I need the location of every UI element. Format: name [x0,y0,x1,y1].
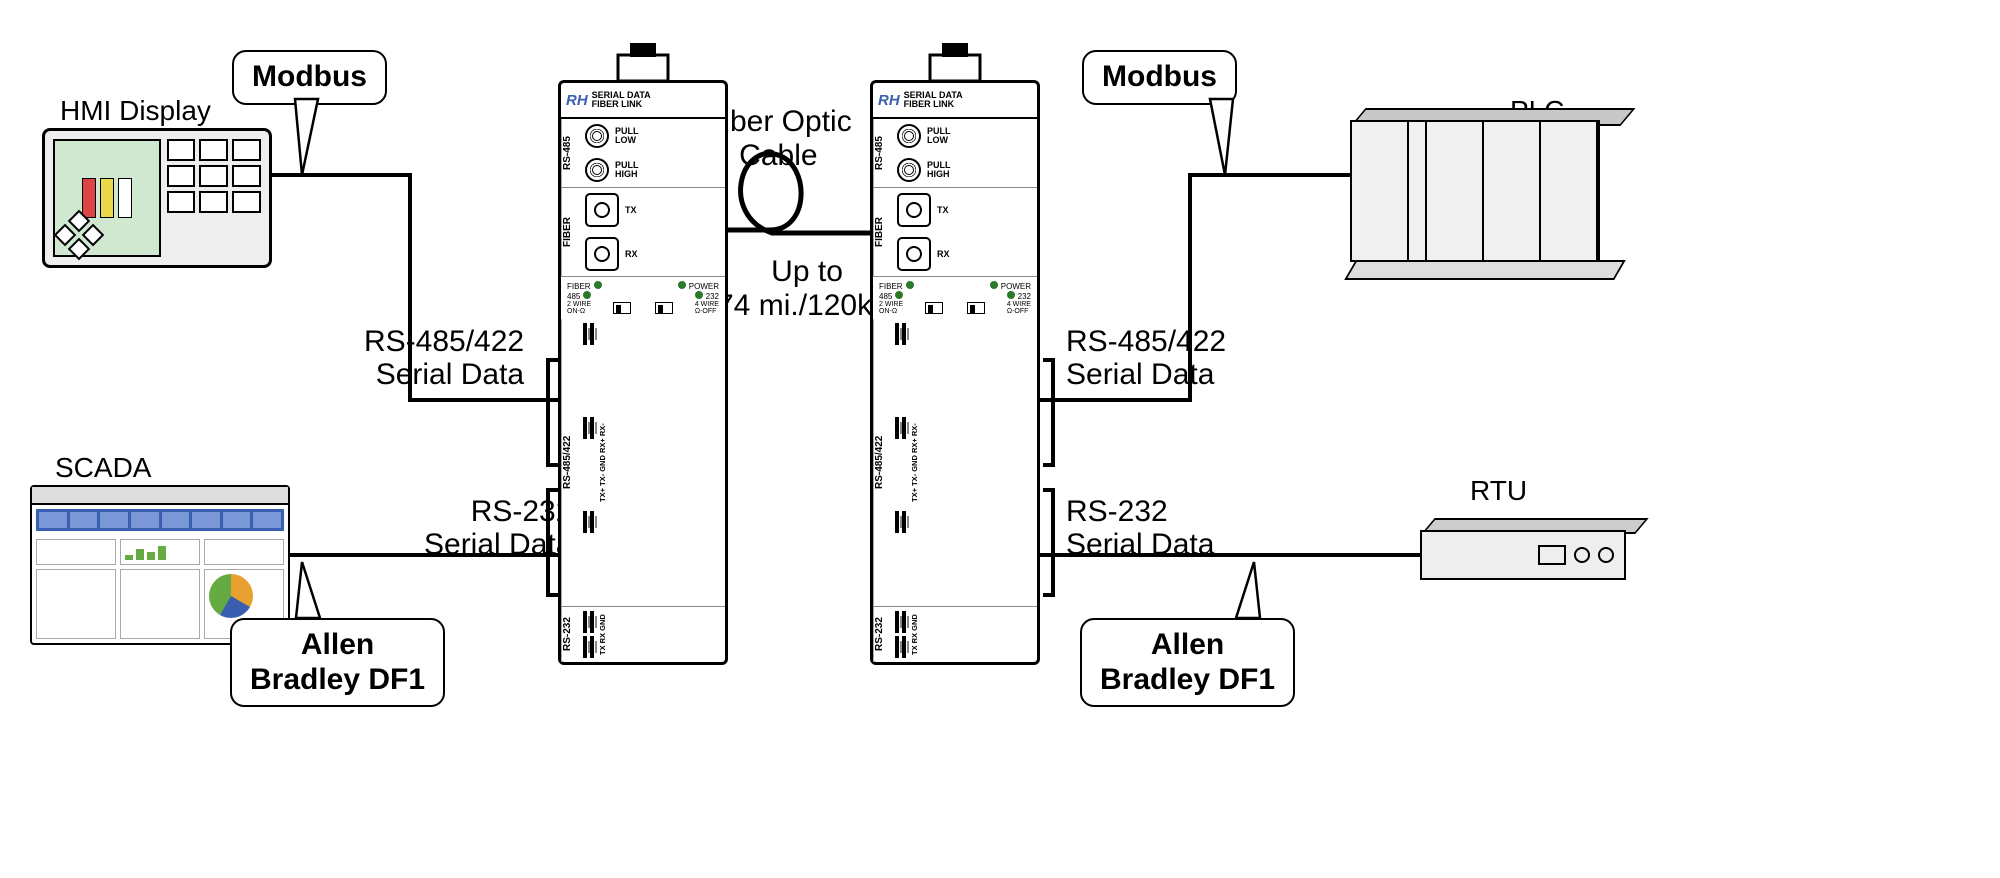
rtu-label: RTU [1470,475,1527,507]
dip-4wire-label: 4 WIRE Ω-OFF [695,301,719,315]
led-panel: FIBER POWER 485 232 2 WIRE ON-Ω 4 WIRE Ω-OF… [873,277,1037,319]
led-232-label: 232 [706,292,719,301]
label-rs485-left: RS-485/422 Serial Data [364,325,524,391]
label-rs232-left: RS-232 Serial Data [424,495,572,561]
term-labels-232: TX RX GND [598,607,612,662]
led-fiber-label: FIBER [567,282,591,291]
plc-device [1350,110,1620,280]
vlabel-rs485422: RS-485/422 [561,319,579,606]
hmi-label: HMI Display [60,95,211,127]
rtu-device [1420,520,1640,580]
label-pull-high: PULL HIGH [615,161,639,179]
knob-pull-high [897,158,921,182]
brand-logo: RH [878,92,900,109]
fiber-port-rx [897,237,931,271]
section-rs485422: RS-485/422 TX+ TX- GND RX+ RX- [561,319,725,607]
section-rs232: RS-232 TX RX GND [561,607,725,662]
hmi-display-device [42,128,272,268]
led-232-label: 232 [1018,292,1031,301]
section-rs485: RS-485 PULL LOW PULL HIGH [561,119,725,188]
din-clip-icon [920,43,990,83]
dip-switch [967,302,985,314]
vlabel-fiber: FIBER [873,188,891,276]
scada-label: SCADA [55,452,151,484]
term-labels-485: TX+ TX- GND RX+ RX- [598,319,612,606]
section-fiber: FIBER TX RX [561,188,725,277]
bubble-tail [290,97,330,177]
brand-text: SERIAL DATA FIBER LINK [904,91,963,110]
dip-switch [613,302,631,314]
bubble-ab-left: Allen Bradley DF1 [230,618,445,707]
dip-2wire-label: 2 WIRE ON-Ω [879,301,903,315]
led-panel: FIBER POWER 485 232 2 WIRE ON-Ω 4 WIRE Ω-OF… [561,277,725,319]
vlabel-rs232: RS-232 [561,607,579,662]
bubble-tail [1230,560,1270,620]
term-labels-485: TX+ TX- GND RX+ RX- [910,319,924,606]
term-labels-232: TX RX GND [910,607,924,662]
vlabel-rs485: RS-485 [561,119,579,187]
brand-logo: RH [566,92,588,109]
bubble-tail [1205,97,1245,177]
vlabel-rs232: RS-232 [873,607,891,662]
vlabel-fiber: FIBER [561,188,579,276]
section-rs485422: RS-485/422 TX+ TX- GND RX+ RX- [873,319,1037,607]
label-tx: TX [937,206,949,215]
vlabel-rs485422: RS-485/422 [873,319,891,606]
fiber-module-right: RH SERIAL DATA FIBER LINK RS-485 PULL LO… [870,80,1040,665]
brand-text: SERIAL DATA FIBER LINK [592,91,651,110]
dip-switch [655,302,673,314]
fiber-port-tx [897,193,931,227]
vlabel-rs485: RS-485 [873,119,891,187]
fiber-port-rx [585,237,619,271]
knob-pull-high [585,158,609,182]
led-power-label: POWER [689,282,719,291]
knob-pull-low [585,124,609,148]
dip-switch [925,302,943,314]
fiber-port-tx [585,193,619,227]
section-rs232: RS-232 TX RX GND [873,607,1037,662]
section-fiber: FIBER TX RX [873,188,1037,277]
label-rx: RX [937,250,950,259]
led-power-label: POWER [1001,282,1031,291]
label-tx: TX [625,206,637,215]
hmi-dpad [57,213,101,257]
led-485-label: 485 [879,292,892,301]
label-pull-low: PULL LOW [615,127,639,145]
module-brand: RH SERIAL DATA FIBER LINK [561,83,725,119]
led-fiber-label: FIBER [879,282,903,291]
fiber-module-left: RH SERIAL DATA FIBER LINK RS-485 PULL LO… [558,80,728,665]
din-clip-icon [608,43,678,83]
dip-4wire-label: 4 WIRE Ω-OFF [1007,301,1031,315]
label-rs232-right: RS-232 Serial Data [1066,495,1214,561]
dip-2wire-label: 2 WIRE ON-Ω [567,301,591,315]
label-rx: RX [625,250,638,259]
knob-pull-low [897,124,921,148]
module-brand: RH SERIAL DATA FIBER LINK [873,83,1037,119]
label-pull-high: PULL HIGH [927,161,951,179]
led-485-label: 485 [567,292,580,301]
bubble-tail [290,560,330,620]
label-pull-low: PULL LOW [927,127,951,145]
bubble-ab-right: Allen Bradley DF1 [1080,618,1295,707]
section-rs485: RS-485 PULL LOW PULL HIGH [873,119,1037,188]
label-rs485-right: RS-485/422 Serial Data [1066,325,1226,391]
hmi-keypad [167,139,261,257]
